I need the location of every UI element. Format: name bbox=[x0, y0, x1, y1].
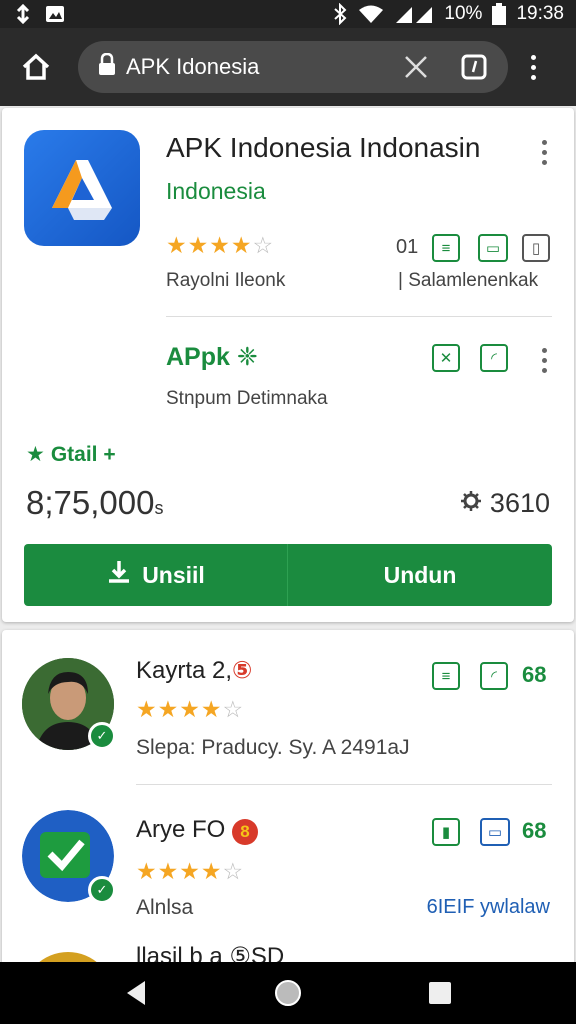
list-item-rating: ★ ★ ★ ★ ☆ bbox=[136, 698, 243, 721]
list-item-title[interactable]: Kayrta 2,⑤ bbox=[136, 656, 252, 685]
meta-code: 01 bbox=[396, 236, 419, 258]
star-icon: ★ bbox=[157, 858, 179, 884]
status-bar: 10% 19:38 bbox=[0, 0, 576, 28]
apk-title: APpk ❈ bbox=[166, 343, 258, 371]
divider bbox=[166, 316, 552, 317]
editors-choice-text: Gtail + bbox=[50, 442, 116, 466]
star-outline-icon: ☆ bbox=[222, 696, 244, 722]
browser-menu-button[interactable] bbox=[518, 43, 548, 91]
apk-overflow-menu[interactable] bbox=[539, 348, 549, 373]
star-icon: ★ bbox=[200, 858, 222, 884]
document-icon[interactable]: ≡ bbox=[432, 234, 460, 262]
usb-icon bbox=[12, 4, 34, 24]
close-icon bbox=[405, 56, 427, 78]
app-size: 3610 bbox=[460, 488, 550, 519]
gallery-icon bbox=[44, 4, 66, 24]
star-icon: ★ bbox=[230, 232, 252, 258]
install-button-bar: Unsiil Undun bbox=[24, 544, 552, 606]
download-button-label: Undun bbox=[383, 561, 457, 588]
install-button[interactable]: Unsiil bbox=[24, 544, 288, 606]
phone-icon[interactable]: ▮ bbox=[432, 818, 460, 846]
tabs-button[interactable] bbox=[456, 49, 492, 85]
developer-name: Rayolni Ileonk bbox=[166, 270, 286, 291]
clock: 19:38 bbox=[516, 3, 564, 24]
star-icon: ★ bbox=[136, 858, 157, 884]
app-subtitle[interactable]: Indonesia bbox=[166, 178, 266, 205]
star-icon: ★ bbox=[179, 858, 200, 884]
list-item-link[interactable]: 6IEIF ywlalaw bbox=[427, 896, 550, 919]
battery-icon bbox=[492, 3, 507, 25]
apk-subtitle: Stnpum Detimnaka bbox=[166, 388, 328, 409]
home-circle-icon bbox=[275, 980, 301, 1006]
list-item-title-accent: ⑤ bbox=[232, 657, 253, 684]
install-button-label: Unsiil bbox=[142, 561, 205, 588]
check-badge-icon: ✓ bbox=[88, 876, 116, 904]
download-count: 8;75,000s bbox=[26, 484, 163, 522]
clock-icon[interactable]: ◜ bbox=[480, 344, 508, 372]
category-label: | Salamlenenkak bbox=[398, 270, 539, 291]
tabs-icon bbox=[461, 54, 487, 80]
star-icon: ★ bbox=[136, 696, 157, 722]
signal-icon bbox=[394, 4, 434, 24]
list-item-title[interactable]: Arye FO 8 bbox=[136, 816, 259, 845]
browser-toolbar: APK Idonesia bbox=[0, 28, 576, 106]
app-overflow-menu[interactable] bbox=[539, 140, 549, 165]
wifi-icon bbox=[358, 4, 384, 24]
divider bbox=[136, 784, 552, 785]
device-icon[interactable]: ▯ bbox=[522, 234, 550, 262]
star-icon: ★ bbox=[209, 232, 230, 258]
star-outline-icon: ☆ bbox=[252, 232, 274, 258]
download-count-value: 8;75,000 bbox=[26, 484, 155, 521]
app-title: APK Indonesia Indonasin bbox=[166, 132, 481, 163]
download-count-suffix: s bbox=[154, 498, 164, 518]
edit-icon[interactable]: ✕ bbox=[432, 344, 460, 372]
url-text: APK Idonesia bbox=[126, 54, 260, 79]
star-icon: ★ bbox=[187, 232, 209, 258]
bluetooth-icon bbox=[332, 3, 348, 25]
star-icon: ★ bbox=[166, 232, 187, 258]
download-button[interactable]: Undun bbox=[288, 544, 552, 606]
app-size-value: 3610 bbox=[489, 488, 550, 518]
page-content: APK Indonesia Indonasin Indonesia ★ ★ ★ … bbox=[0, 106, 576, 1024]
star-icon: ★ bbox=[26, 443, 45, 466]
system-navigation-bar bbox=[0, 962, 576, 1024]
recents-button[interactable] bbox=[420, 973, 460, 1013]
settings-icon bbox=[460, 488, 482, 519]
star-icon: ★ bbox=[200, 696, 222, 722]
recents-icon bbox=[429, 982, 451, 1004]
list-item-rating: ★ ★ ★ ★ ☆ bbox=[136, 860, 243, 883]
document-icon[interactable]: ≡ bbox=[432, 662, 460, 690]
list-item-title-text: Arye FO bbox=[136, 816, 226, 843]
clear-url-button[interactable] bbox=[398, 49, 434, 85]
list-item-title-accent: 8 bbox=[232, 819, 259, 845]
check-badge-icon: ✓ bbox=[88, 722, 116, 750]
list-item-count: 68 bbox=[522, 662, 547, 687]
home-nav-button[interactable] bbox=[268, 973, 308, 1013]
home-icon bbox=[22, 53, 50, 80]
app-rating-stars: ★ ★ ★ ★ ☆ bbox=[166, 234, 273, 257]
back-button[interactable] bbox=[116, 973, 156, 1013]
star-icon: ★ bbox=[179, 696, 200, 722]
list-item-count: 68 bbox=[522, 818, 547, 843]
back-icon bbox=[127, 981, 145, 1005]
star-outline-icon: ☆ bbox=[222, 858, 244, 884]
star-icon: ★ bbox=[157, 696, 179, 722]
home-button[interactable] bbox=[12, 43, 60, 91]
tag-icon[interactable]: ▭ bbox=[480, 818, 510, 846]
app-logo-icon bbox=[24, 130, 140, 246]
clock-icon[interactable]: ◜ bbox=[480, 662, 508, 690]
tag-icon[interactable]: ▭ bbox=[478, 234, 508, 262]
download-icon bbox=[106, 559, 132, 591]
url-bar[interactable]: APK Idonesia bbox=[78, 41, 508, 93]
related-apps-card: ✓ Kayrta 2,⑤ ★ ★ ★ ★ ☆ Slepa: Praducy. S… bbox=[2, 630, 574, 1024]
lock-icon bbox=[98, 52, 116, 81]
list-item-title-text: Kayrta 2, bbox=[136, 657, 233, 684]
app-details-card: APK Indonesia Indonasin Indonesia ★ ★ ★ … bbox=[2, 108, 574, 622]
list-item-subtitle: Alnlsa bbox=[136, 896, 194, 919]
editors-choice-label[interactable]: ★ Gtail + bbox=[26, 442, 116, 467]
list-item-subtitle: Slepa: Praducy. Sy. A 2491aJ bbox=[136, 736, 410, 759]
battery-percent: 10% bbox=[444, 3, 483, 24]
